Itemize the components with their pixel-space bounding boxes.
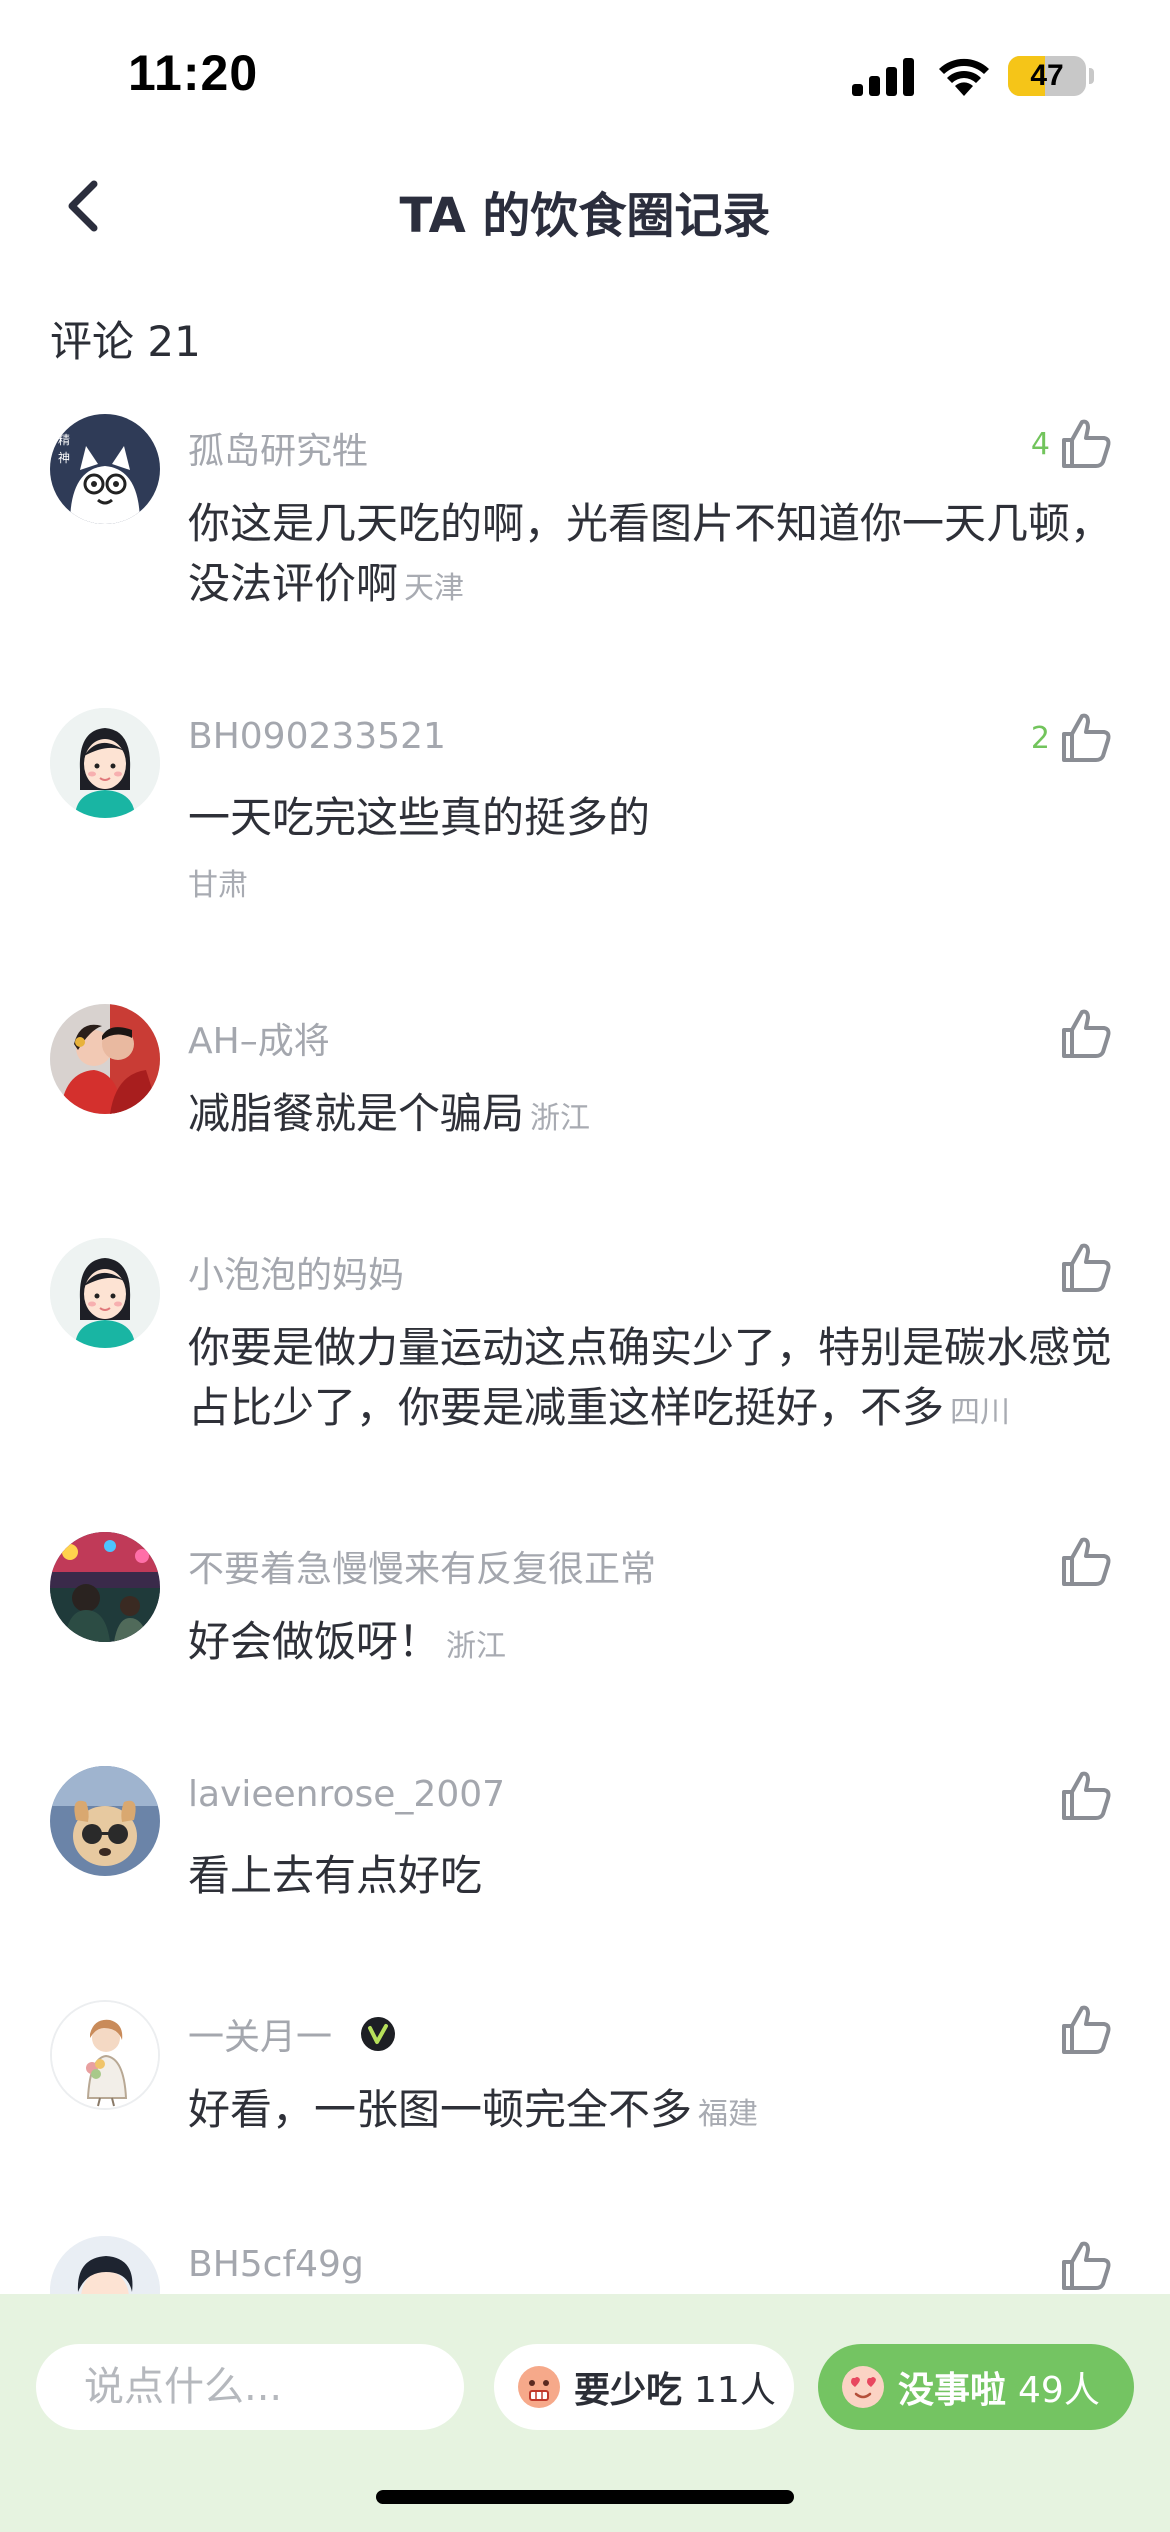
like-button[interactable]: [1058, 1004, 1114, 1064]
comment-input[interactable]: 说点什么...: [36, 2344, 464, 2430]
thumbs-up-icon: [1062, 419, 1111, 468]
comment-username[interactable]: BH5cf49g: [188, 2244, 364, 2285]
like-button[interactable]: 4: [1031, 414, 1114, 474]
like-button[interactable]: 2: [1031, 708, 1114, 768]
comment-text: 你要是做力量运动这点确实少了，特别是碳水感觉占比少了，你要是减重这样吃挺好，不多…: [188, 1318, 1128, 1443]
comment-username[interactable]: BH090233521: [188, 716, 446, 757]
thumbs-up-icon: [1062, 1243, 1111, 1292]
dog-photo-avatar[interactable]: [50, 1766, 160, 1876]
comment-location: 福建: [698, 2097, 759, 2132]
illustration-avatar[interactable]: [50, 2000, 160, 2110]
comments-count-header: 评论 21: [50, 317, 201, 366]
comment-location: 浙江: [530, 1101, 591, 1136]
comment-location: 四川: [950, 1395, 1011, 1430]
comment-username[interactable]: 孤岛研究牲: [188, 422, 368, 474]
comment-username[interactable]: 一关月一: [188, 2008, 332, 2060]
wifi-icon: [939, 58, 989, 96]
like-button[interactable]: [1058, 1532, 1114, 1592]
wedding-photo-avatar[interactable]: [50, 1004, 160, 1114]
thumbs-up-icon: [1062, 1537, 1111, 1586]
like-button[interactable]: [1058, 2236, 1114, 2296]
comment-body: 你这是几天吃的啊，光看图片不知道你一天几顿，没法评价啊: [188, 499, 1113, 608]
comment-username[interactable]: lavieenrose_2007: [188, 1774, 505, 1815]
thumbs-up-icon: [1062, 1771, 1111, 1820]
concert-photo-avatar[interactable]: [50, 1532, 160, 1642]
like-count: 4: [1030, 426, 1050, 462]
comment-text: 看上去有点好吃: [188, 1851, 483, 1900]
vote-count: 49人: [1018, 2370, 1100, 2411]
signal-icon: [852, 58, 914, 96]
comment-username[interactable]: 小泡泡的妈妈: [188, 1246, 404, 1298]
vote-count: 11人: [694, 2370, 776, 2411]
battery-icon: 47: [1008, 56, 1086, 96]
page-title: TA 的饮食圈记录: [399, 188, 771, 244]
comment-username[interactable]: 不要着急慢慢来有反复很正常: [188, 1540, 656, 1592]
thumbs-up-icon: [1062, 713, 1111, 762]
comment-body: 好会做饭呀！: [188, 1617, 441, 1666]
home-indicator[interactable]: [376, 2490, 794, 2504]
worried-face-icon: [518, 2366, 560, 2408]
comment-body: 好看，一张图一顿完全不多: [188, 2085, 693, 2134]
comment-text: 一天吃完这些真的挺多的: [188, 793, 651, 842]
like-button[interactable]: [1058, 2000, 1114, 2060]
status-time: 11:20: [128, 45, 259, 101]
its-fine-vote-button[interactable]: 没事啦 49人: [818, 2344, 1134, 2430]
comment-username[interactable]: AH–成将: [188, 1012, 330, 1064]
thumbs-up-icon: [1062, 1009, 1111, 1058]
vote-label: 要少吃: [574, 2370, 683, 2411]
svg-text:神: 神: [58, 451, 70, 465]
comment-text: 好会做饭呀！ 浙江: [188, 1612, 1128, 1677]
comment-text: 减脂餐就是个骗局 浙江: [188, 1084, 1128, 1149]
comment-body: 减脂餐就是个骗局: [188, 1089, 525, 1138]
like-count: 2: [1030, 720, 1050, 756]
comment-location: 甘肃: [188, 868, 248, 903]
comment-text: 好看，一张图一顿完全不多 福建: [188, 2080, 1128, 2145]
comment-location: 天津: [404, 571, 465, 606]
battery-percent: 47: [1030, 59, 1064, 92]
like-button[interactable]: [1058, 1766, 1114, 1826]
verified-badge-icon: [361, 2017, 395, 2051]
like-button[interactable]: [1058, 1238, 1114, 1298]
status-bar: 11:20 47: [0, 0, 1170, 150]
thumbs-up-icon: [1062, 2241, 1111, 2290]
heart-eyes-face-icon: [842, 2366, 884, 2408]
svg-text:精: 精: [58, 433, 70, 447]
comment-text: 你这是几天吃的啊，光看图片不知道你一天几顿，没法评价啊 天津: [188, 494, 1128, 619]
thumbs-up-icon: [1062, 2005, 1111, 2054]
cartoon-cat-avatar[interactable]: 精 神: [50, 414, 160, 524]
cartoon-girl-avatar[interactable]: [50, 1238, 160, 1348]
eat-less-vote-button[interactable]: 要少吃 11人: [494, 2344, 794, 2430]
comment-location: 浙江: [446, 1629, 507, 1664]
battery-tip: [1089, 68, 1094, 84]
vote-label: 没事啦: [898, 2370, 1007, 2411]
cartoon-girl-avatar[interactable]: [50, 708, 160, 818]
